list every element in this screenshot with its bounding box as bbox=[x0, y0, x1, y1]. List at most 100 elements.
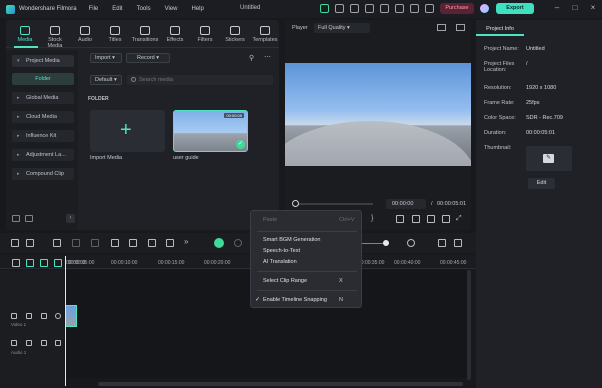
eye-icon[interactable] bbox=[55, 313, 61, 319]
collapse-sidebar-button[interactable]: ‹ bbox=[66, 214, 75, 223]
playhead[interactable] bbox=[65, 256, 66, 386]
grid-icon[interactable] bbox=[425, 4, 434, 13]
timeline-vertical-scrollbar[interactable] bbox=[467, 270, 471, 380]
monitor-icon[interactable] bbox=[380, 4, 389, 13]
columns-icon[interactable] bbox=[438, 239, 446, 247]
maximize-icon[interactable]: □ bbox=[570, 3, 580, 13]
import-dropdown[interactable]: Import ▾ bbox=[90, 53, 122, 63]
split-icon[interactable] bbox=[111, 239, 119, 247]
timeline-video-clip[interactable] bbox=[65, 305, 77, 327]
text-icon[interactable] bbox=[129, 239, 137, 247]
magnet-icon[interactable] bbox=[40, 259, 48, 267]
lock-icon[interactable] bbox=[41, 340, 47, 346]
sort-dropdown[interactable]: Default ▾ bbox=[90, 75, 122, 85]
delete-icon[interactable] bbox=[91, 239, 99, 247]
bracket-icon[interactable]: } bbox=[371, 215, 373, 222]
device-icon[interactable] bbox=[350, 4, 359, 13]
sidebar-item-folder[interactable]: Folder bbox=[12, 73, 74, 85]
tab-stock-media[interactable]: Stock Media bbox=[40, 24, 70, 49]
fullscreen-icon[interactable]: ⤢ bbox=[456, 215, 464, 223]
lock-icon[interactable] bbox=[41, 313, 47, 319]
theme-icon[interactable] bbox=[335, 4, 344, 13]
close-icon[interactable]: × bbox=[588, 3, 598, 13]
search-input[interactable] bbox=[127, 75, 273, 85]
tab-templates[interactable]: Templates bbox=[250, 24, 280, 49]
new-folder-icon[interactable] bbox=[12, 215, 20, 222]
gift-icon[interactable] bbox=[320, 4, 329, 13]
scrubber-handle[interactable] bbox=[292, 200, 299, 207]
zoom-in-icon[interactable] bbox=[407, 239, 415, 247]
auto-ripple-icon[interactable] bbox=[54, 259, 62, 267]
sidebar-item-project-media[interactable]: ▾ Project Media bbox=[12, 55, 74, 67]
tab-stickers[interactable]: Stickers bbox=[220, 24, 250, 49]
playback-scrubber[interactable] bbox=[295, 203, 373, 205]
tab-project-info[interactable]: Project Info bbox=[476, 24, 524, 36]
menu-item-ai-translation[interactable]: AI Translation bbox=[263, 259, 297, 265]
info-value-name: Untitled bbox=[526, 46, 545, 52]
menu-tools[interactable]: Tools bbox=[137, 6, 151, 12]
select-tool-icon[interactable] bbox=[26, 239, 34, 247]
headset-icon[interactable] bbox=[410, 4, 419, 13]
folder-icon[interactable] bbox=[25, 215, 33, 222]
speaker-icon[interactable] bbox=[55, 340, 61, 346]
tab-filters[interactable]: Filters bbox=[190, 24, 220, 49]
export-button[interactable]: Export bbox=[496, 3, 534, 14]
speed-icon[interactable] bbox=[166, 239, 174, 247]
menu-edit[interactable]: Edit bbox=[112, 6, 122, 12]
filter-icon[interactable]: ⚲ bbox=[249, 54, 254, 62]
menu-item-paste[interactable]: Paste bbox=[263, 217, 277, 223]
timeline-horizontal-scrollbar[interactable] bbox=[98, 382, 463, 386]
timeline-settings-icon[interactable] bbox=[454, 239, 462, 247]
snapshot-icon[interactable] bbox=[456, 24, 465, 31]
purchase-button[interactable]: Purchase bbox=[440, 3, 474, 14]
marker-icon[interactable] bbox=[234, 239, 242, 247]
edit-thumbnail-button[interactable]: Edit bbox=[528, 178, 555, 189]
cloud-upload-icon[interactable] bbox=[395, 4, 404, 13]
sidebar-item-influence-kit[interactable]: ▸ Influence Kit bbox=[12, 130, 74, 142]
avatar[interactable] bbox=[480, 4, 489, 13]
menu-file[interactable]: File bbox=[89, 6, 99, 12]
menu-help[interactable]: Help bbox=[192, 6, 204, 12]
more-tools-icon[interactable]: » bbox=[184, 237, 192, 246]
sidebar-item-label: Adjustment La... bbox=[26, 152, 66, 158]
media-clip-thumbnail[interactable]: 00:00:05 ✓ bbox=[173, 110, 248, 152]
add-track-icon[interactable] bbox=[12, 259, 20, 267]
quality-dropdown[interactable]: Full Quality ▾ bbox=[314, 23, 370, 33]
sidebar-item-cloud-media[interactable]: ▸ Cloud Media bbox=[12, 111, 74, 123]
redo-icon[interactable] bbox=[72, 239, 80, 247]
sidebar-item-adjustment-layer[interactable]: ▸ Adjustment La... bbox=[12, 149, 74, 161]
import-media-card[interactable]: + bbox=[90, 110, 165, 152]
layout-icon[interactable] bbox=[437, 24, 446, 31]
menu-divider bbox=[257, 271, 357, 272]
zoom-handle[interactable] bbox=[383, 240, 389, 246]
sidebar-item-global-media[interactable]: ▸ Global Media bbox=[12, 92, 74, 104]
link-icon[interactable] bbox=[26, 259, 34, 267]
folder-icon[interactable] bbox=[26, 340, 32, 346]
record-dropdown[interactable]: Record ▾ bbox=[126, 53, 170, 63]
folder-icon[interactable] bbox=[26, 313, 32, 319]
record-icon[interactable] bbox=[214, 238, 224, 248]
camera-icon[interactable] bbox=[427, 215, 435, 223]
layout-grid-icon[interactable] bbox=[11, 239, 19, 247]
screen-icon[interactable] bbox=[365, 4, 374, 13]
volume-icon[interactable] bbox=[442, 215, 450, 223]
tab-effects[interactable]: Effects bbox=[160, 24, 190, 49]
tab-transitions[interactable]: Transitions bbox=[130, 24, 160, 49]
thumbnail-preview[interactable]: ✎ bbox=[526, 146, 572, 171]
display-icon[interactable] bbox=[412, 215, 420, 223]
more-options-icon[interactable]: ⋯ bbox=[264, 53, 271, 61]
minimize-icon[interactable]: – bbox=[552, 3, 562, 13]
menu-item-speech-to-text[interactable]: Speech-to-Text bbox=[263, 248, 300, 254]
menu-item-select-clip-range[interactable]: Select Clip Range bbox=[263, 278, 307, 284]
tab-audio[interactable]: Audio bbox=[70, 24, 100, 49]
undo-icon[interactable] bbox=[53, 239, 61, 247]
menu-item-enable-snapping[interactable]: Enable Timeline Snapping bbox=[263, 297, 327, 303]
tab-titles[interactable]: Titles bbox=[100, 24, 130, 49]
quality-label: Full Quality bbox=[318, 25, 346, 31]
render-icon[interactable] bbox=[396, 215, 404, 223]
menu-view[interactable]: View bbox=[165, 6, 178, 12]
menu-bar: File Edit Tools View Help bbox=[89, 6, 218, 12]
sidebar-item-compound-clip[interactable]: ▸ Compound Clip bbox=[12, 168, 74, 180]
menu-item-smart-bgm[interactable]: Smart BGM Generation bbox=[263, 237, 320, 243]
crop-icon[interactable] bbox=[148, 239, 156, 247]
